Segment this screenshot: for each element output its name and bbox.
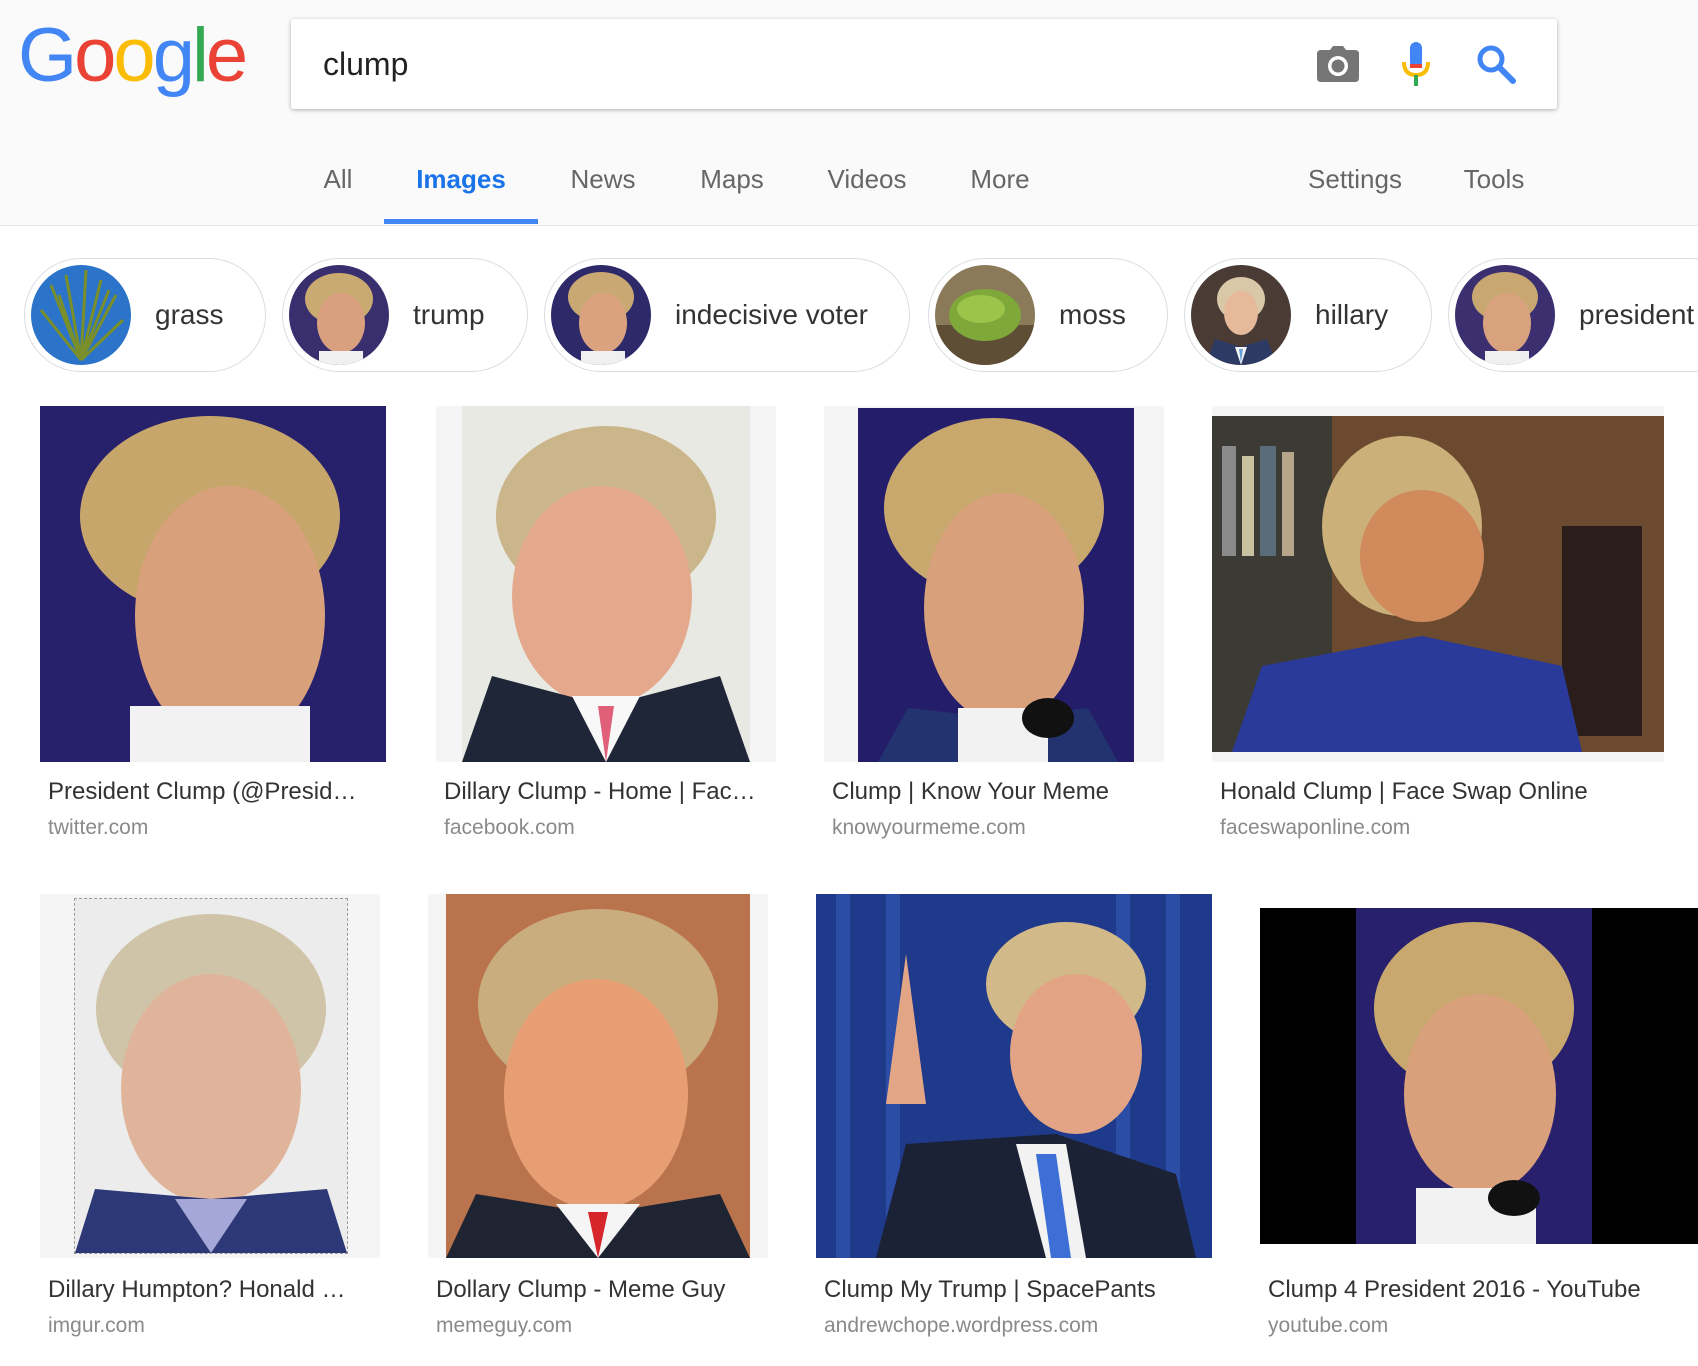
google-logo[interactable]: Google: [18, 13, 248, 98]
chip-president[interactable]: president: [1448, 258, 1698, 372]
image-result[interactable]: Clump My Trump | SpacePants andrewchope.…: [816, 894, 1212, 1337]
chip-thumbnail: [1455, 265, 1555, 365]
result-domain: facebook.com: [444, 816, 575, 839]
result-domain: youtube.com: [1268, 1314, 1389, 1337]
chip-thumbnail: [935, 265, 1035, 365]
result-title[interactable]: Clump | Know Your Meme: [832, 778, 1156, 806]
logo-letter: o: [74, 13, 116, 98]
tab-settings[interactable]: Settings: [1300, 140, 1410, 226]
result-title[interactable]: Dollary Clump - Meme Guy: [436, 1276, 760, 1304]
image-result[interactable]: President Clump (@Presid… twitter.com: [40, 406, 386, 846]
tab-images[interactable]: Images: [384, 140, 538, 226]
chip-thumbnail: [289, 265, 389, 365]
logo-letter: g: [152, 13, 195, 98]
result-thumbnail[interactable]: [428, 894, 768, 1258]
tab-more[interactable]: More: [958, 140, 1042, 226]
logo-letter: o: [113, 13, 155, 98]
search-input[interactable]: [323, 37, 1263, 91]
logo-letter: e: [205, 13, 248, 98]
result-domain: imgur.com: [48, 1314, 145, 1337]
search-tabs: All Images News Maps Videos More Setting…: [0, 140, 1698, 226]
result-domain: faceswaponline.com: [1220, 816, 1411, 839]
result-thumbnail[interactable]: [816, 894, 1212, 1258]
search-icon[interactable]: [1473, 41, 1519, 87]
image-result[interactable]: Dillary Clump - Home | Fac… facebook.com: [436, 406, 776, 846]
result-thumbnail[interactable]: [436, 406, 776, 762]
search-box: [291, 19, 1557, 109]
result-image: [1212, 416, 1664, 752]
chip-thumbnail: [31, 265, 131, 365]
tab-news[interactable]: News: [560, 140, 646, 226]
chip-label: grass: [155, 299, 224, 330]
result-thumbnail[interactable]: [1212, 406, 1664, 762]
result-image: [1356, 908, 1592, 1244]
tab-all[interactable]: All: [310, 140, 366, 226]
result-domain: andrewchope.wordpress.com: [824, 1314, 1099, 1337]
chip-label: indecisive voter: [675, 299, 868, 330]
chip-label: trump: [413, 299, 485, 330]
chip-indecisive-voter[interactable]: indecisive voter: [544, 258, 910, 372]
result-thumbnail[interactable]: [1260, 908, 1698, 1244]
chip-trump[interactable]: trump: [282, 258, 528, 372]
camera-icon[interactable]: [1315, 41, 1361, 87]
image-result[interactable]: Dollary Clump - Meme Guy memeguy.com: [428, 894, 768, 1337]
image-result[interactable]: Clump | Know Your Meme knowyourmeme.com: [824, 406, 1164, 846]
result-domain: memeguy.com: [436, 1314, 573, 1337]
chip-thumbnail: [1191, 265, 1291, 365]
result-domain: twitter.com: [48, 816, 149, 839]
chip-hillary[interactable]: hillary: [1184, 258, 1432, 372]
result-title[interactable]: Clump My Trump | SpacePants: [824, 1276, 1204, 1304]
logo-letter: l: [191, 13, 209, 98]
result-image: [74, 898, 348, 1254]
image-result[interactable]: Clump 4 President 2016 - YouTube youtube…: [1260, 894, 1698, 1337]
logo-letter: G: [18, 13, 77, 98]
chip-label: hillary: [1315, 299, 1389, 330]
tab-videos[interactable]: Videos: [816, 140, 918, 226]
chip-label: moss: [1059, 299, 1126, 330]
result-title[interactable]: Dillary Humpton? Honald …: [48, 1276, 372, 1304]
related-searches: grass trump indecisive voter moss hillar…: [0, 258, 1698, 374]
tab-tools[interactable]: Tools: [1456, 140, 1532, 226]
image-result[interactable]: Honald Clump | Face Swap Online faceswap…: [1212, 406, 1664, 846]
chip-moss[interactable]: moss: [928, 258, 1168, 372]
result-thumbnail[interactable]: [40, 894, 380, 1258]
chip-label: president: [1579, 299, 1695, 330]
chip-grass[interactable]: grass: [24, 258, 266, 372]
result-domain: knowyourmeme.com: [832, 816, 1026, 839]
result-thumbnail[interactable]: [824, 406, 1164, 762]
microphone-icon[interactable]: [1393, 41, 1439, 87]
result-image: [446, 894, 750, 1258]
result-title[interactable]: President Clump (@Presid…: [48, 778, 378, 806]
result-image: [462, 406, 750, 762]
result-image: [816, 894, 1212, 1258]
result-title[interactable]: Honald Clump | Face Swap Online: [1220, 778, 1660, 806]
result-title[interactable]: Clump 4 President 2016 - YouTube: [1268, 1276, 1688, 1304]
image-result[interactable]: Dillary Humpton? Honald … imgur.com: [40, 894, 380, 1337]
chip-thumbnail: [551, 265, 651, 365]
result-image: [40, 406, 386, 762]
result-image: [858, 408, 1134, 762]
tab-maps[interactable]: Maps: [688, 140, 776, 226]
result-thumbnail[interactable]: [40, 406, 386, 762]
header: Google All Images: [0, 0, 1698, 226]
result-title[interactable]: Dillary Clump - Home | Fac…: [444, 778, 768, 806]
